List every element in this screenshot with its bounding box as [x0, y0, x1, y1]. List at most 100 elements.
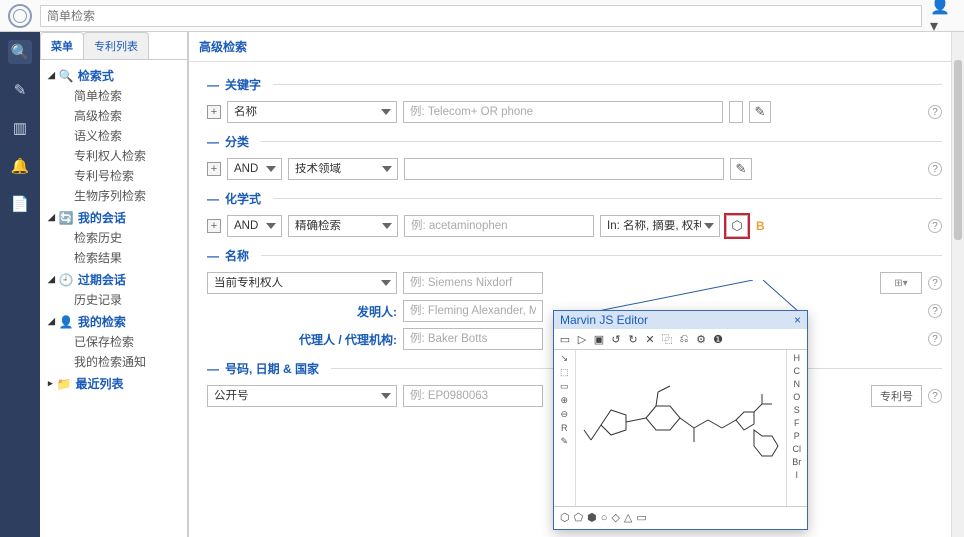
shape-tool[interactable]: △: [624, 511, 632, 524]
nav-search-icon[interactable]: 🔍: [8, 40, 32, 64]
tree-group-expired[interactable]: ◢🕘过期会话: [48, 270, 183, 289]
nav-edit-icon[interactable]: ✎: [8, 78, 32, 102]
highlight-button[interactable]: ✎: [749, 101, 771, 123]
search-icon: 🔍: [59, 69, 74, 83]
nav-alert-icon[interactable]: 🔔: [8, 154, 32, 178]
vertical-scrollbar[interactable]: [951, 32, 964, 537]
editor-tool[interactable]: ⊖: [560, 409, 568, 420]
element-c[interactable]: C: [794, 366, 801, 376]
page-title: 高级检索: [189, 32, 964, 62]
editor-tool[interactable]: ▭: [560, 381, 569, 392]
global-search-input[interactable]: [40, 5, 922, 27]
editor-tool[interactable]: ⚙: [694, 332, 708, 346]
keyword-input[interactable]: [403, 101, 723, 123]
tree-item[interactable]: 历史记录: [48, 289, 183, 309]
element-br[interactable]: Br: [792, 457, 801, 467]
editor-canvas[interactable]: [575, 350, 787, 506]
editor-tool[interactable]: ⎌: [677, 332, 691, 346]
owner-input[interactable]: [403, 272, 543, 294]
tree-item[interactable]: 检索历史: [48, 227, 183, 247]
app-logo: [8, 4, 32, 28]
pubno-input[interactable]: [403, 385, 543, 407]
help-icon[interactable]: ?: [928, 332, 942, 346]
editor-tool[interactable]: ▭: [558, 332, 572, 346]
tree-item[interactable]: 生物序列检索: [48, 185, 183, 205]
editor-tool[interactable]: ⊕: [560, 395, 568, 406]
tree-group-session[interactable]: ◢🔄我的会话: [48, 208, 183, 227]
tab-menu[interactable]: 菜单: [40, 32, 84, 59]
tree-item[interactable]: 简单检索: [48, 85, 183, 105]
pubno-select[interactable]: 公开号: [207, 385, 397, 407]
keyword-field-select[interactable]: 名称: [227, 101, 397, 123]
editor-close-icon[interactable]: ×: [794, 313, 801, 327]
owner-select[interactable]: 当前专利权人: [207, 272, 397, 294]
editor-tool[interactable]: ❶: [711, 332, 725, 346]
class-field-select[interactable]: 技术领域: [288, 158, 398, 180]
chem-scope-select[interactable]: In: 名称, 摘要, 权利要求: [600, 215, 720, 237]
help-icon[interactable]: ?: [928, 304, 942, 318]
toggle-icon[interactable]: [729, 101, 743, 123]
shape-tool[interactable]: ⬢: [587, 511, 597, 524]
tree-item[interactable]: 专利权人检索: [48, 145, 183, 165]
help-icon[interactable]: ?: [928, 389, 942, 403]
left-iconbar: 🔍 ✎ ▥ 🔔 📄: [0, 32, 40, 537]
shape-tool[interactable]: ▭: [636, 511, 646, 524]
structure-editor-button[interactable]: ⬡: [726, 215, 748, 237]
section-chem: 化学式: [225, 190, 261, 207]
editor-tool[interactable]: ↻: [626, 332, 640, 346]
editor-tool[interactable]: ⿻: [660, 332, 674, 346]
highlight-button[interactable]: ✎: [730, 158, 752, 180]
editor-tool[interactable]: ✎: [560, 436, 568, 447]
help-icon[interactable]: ?: [928, 219, 942, 233]
tree-item[interactable]: 专利号检索: [48, 165, 183, 185]
element-s[interactable]: S: [794, 405, 800, 415]
tree-group-search[interactable]: ◢🔍检索式: [48, 66, 183, 85]
nav-pdf-icon[interactable]: 📄: [8, 192, 32, 216]
tree-item[interactable]: 检索结果: [48, 247, 183, 267]
tree-item[interactable]: 已保存检索: [48, 331, 183, 351]
add-row-button[interactable]: +: [207, 105, 221, 119]
shape-tool[interactable]: ⬡: [560, 511, 570, 524]
tree-item[interactable]: 高级检索: [48, 105, 183, 125]
patent-number-button[interactable]: 专利号: [871, 385, 922, 407]
bool-select[interactable]: AND: [227, 215, 282, 237]
element-i[interactable]: I: [795, 470, 798, 480]
chem-input[interactable]: [404, 215, 594, 237]
element-h[interactable]: H: [794, 353, 801, 363]
marvin-editor-popup: Marvin JS Editor× ▭▷▣↺↻✕⿻⎌⚙❶ ↘⬚▭⊕⊖R✎: [553, 310, 808, 530]
editor-tool[interactable]: ▷: [575, 332, 589, 346]
bool-select[interactable]: AND: [227, 158, 282, 180]
class-input[interactable]: [404, 158, 724, 180]
shape-tool[interactable]: ○: [601, 512, 608, 524]
editor-tool[interactable]: ✕: [643, 332, 657, 346]
help-icon[interactable]: ?: [928, 105, 942, 119]
shape-tool[interactable]: ◇: [611, 511, 619, 524]
element-o[interactable]: O: [793, 392, 800, 402]
editor-tool[interactable]: ↘: [560, 353, 568, 364]
section-codes: 号码, 日期 & 国家: [225, 360, 319, 377]
tab-patent-list[interactable]: 专利列表: [83, 32, 149, 59]
inventor-input[interactable]: [403, 300, 543, 322]
agent-input[interactable]: [403, 328, 543, 350]
nav-chart-icon[interactable]: ▥: [8, 116, 32, 140]
editor-tool[interactable]: ▣: [592, 332, 606, 346]
element-p[interactable]: P: [794, 431, 800, 441]
add-row-button[interactable]: +: [207, 219, 221, 233]
editor-tool[interactable]: R: [561, 423, 568, 433]
tree-group-recent[interactable]: ▸📁最近列表: [48, 374, 183, 393]
tree-item[interactable]: 我的检索通知: [48, 351, 183, 371]
element-cl[interactable]: Cl: [793, 444, 802, 454]
shape-tool[interactable]: ⬠: [574, 511, 584, 524]
tree-item[interactable]: 语义检索: [48, 125, 183, 145]
tree-group-mysearch[interactable]: ◢👤我的检索: [48, 312, 183, 331]
help-icon[interactable]: ?: [928, 276, 942, 290]
help-icon[interactable]: ?: [928, 162, 942, 176]
user-menu-icon[interactable]: 👤▾: [930, 3, 956, 29]
editor-tool[interactable]: ↺: [609, 332, 623, 346]
element-f[interactable]: F: [794, 418, 800, 428]
lookup-button[interactable]: ⊞▾: [880, 272, 922, 294]
chem-mode-select[interactable]: 精确检索: [288, 215, 398, 237]
element-n[interactable]: N: [794, 379, 801, 389]
add-row-button[interactable]: +: [207, 162, 221, 176]
editor-tool[interactable]: ⬚: [560, 367, 569, 378]
